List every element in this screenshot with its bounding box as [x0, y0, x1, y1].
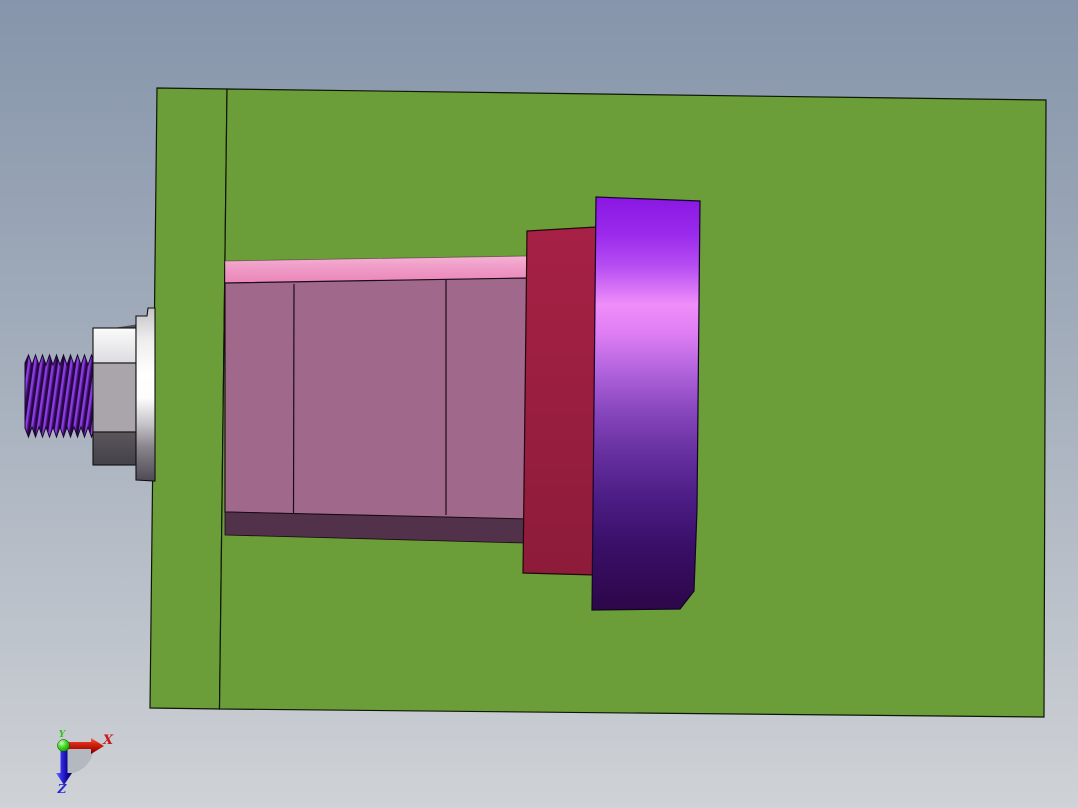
bolt-washer-face[interactable] [135, 307, 156, 482]
x-axis-arrow [67, 742, 91, 749]
end-disc-face[interactable] [591, 196, 701, 611]
flange-plate-face[interactable] [522, 226, 597, 576]
bolt-threads[interactable] [24, 353, 96, 439]
sleeve-seam-edge [292, 283, 295, 514]
triad-z-label: Z [57, 782, 68, 796]
cad-viewport[interactable]: Y X Z [0, 0, 1078, 808]
bolt-head-top-facet[interactable] [92, 327, 137, 364]
triad-x-label: X [102, 733, 114, 748]
model-canvas[interactable]: Y X Z [0, 0, 1078, 808]
bolt-head-mid-facet[interactable] [92, 362, 137, 433]
bolt-head-bottom-facet[interactable] [92, 431, 137, 466]
triad-origin-sphere [57, 739, 70, 752]
base-block-side-face[interactable] [149, 87, 228, 710]
sleeve-body-face[interactable] [224, 277, 528, 520]
z-axis-arrow [60, 749, 68, 774]
